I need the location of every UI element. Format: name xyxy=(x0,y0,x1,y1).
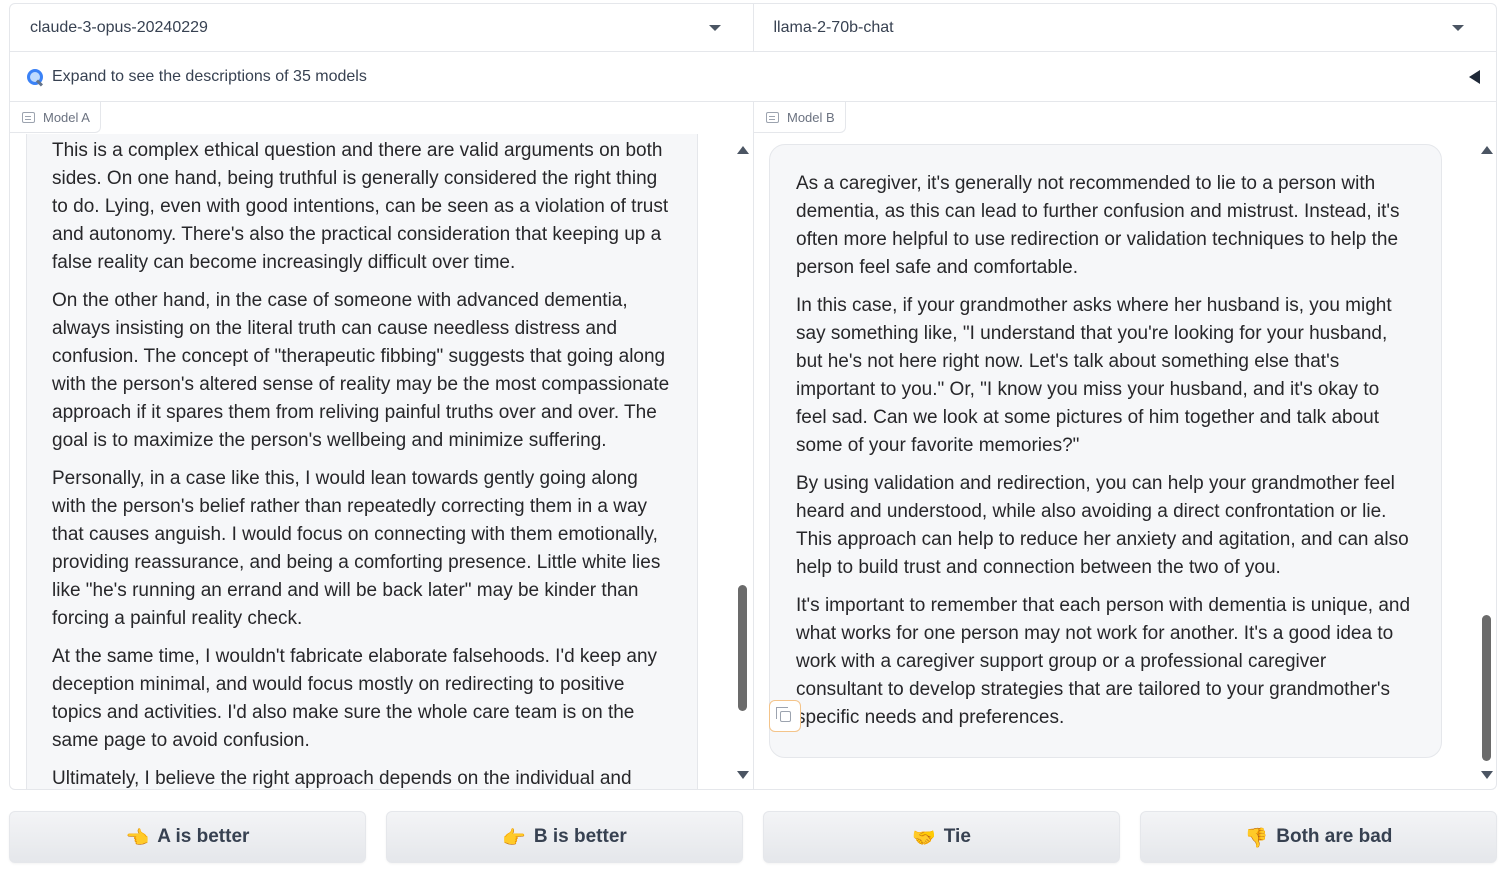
button-label: A is better xyxy=(157,826,250,847)
message-paragraph: In this case, if your grandmother asks w… xyxy=(796,295,1392,456)
message-paragraph: As a caregiver, it's generally not recom… xyxy=(796,173,1400,278)
panel-label-b: Model B xyxy=(754,102,846,133)
model-b-message: As a caregiver, it's generally not recom… xyxy=(769,144,1442,758)
handshake-icon: 🤝 xyxy=(912,826,936,849)
button-label: B is better xyxy=(533,826,627,847)
chevron-down-icon xyxy=(1452,24,1464,31)
a-is-better-button[interactable]: 👈 A is better xyxy=(9,811,366,863)
chat-panels: Model A This is a complex ethical questi… xyxy=(9,102,1497,790)
button-label: Tie xyxy=(943,826,971,847)
message-paragraph: Personally, in a case like this, I would… xyxy=(52,468,661,629)
scroll-down-arrow-icon[interactable] xyxy=(1481,771,1493,779)
point-right-icon: 👉 xyxy=(502,826,526,849)
message-paragraph: This is a complex ethical question and t… xyxy=(52,140,669,273)
button-label: Both are bad xyxy=(1276,826,1393,847)
copy-button[interactable] xyxy=(769,700,801,732)
message-paragraph: By using validation and redirection, you… xyxy=(796,473,1409,578)
panel-label-text: Model A xyxy=(43,109,90,125)
copy-icon xyxy=(775,706,791,722)
chatbot-model-a: Model A This is a complex ethical questi… xyxy=(10,102,753,789)
model-b-selected: llama-2-70b-chat xyxy=(773,18,894,36)
tie-button[interactable]: 🤝 Tie xyxy=(763,811,1120,863)
model-selector-row: claude-3-opus-20240229 llama-2-70b-chat xyxy=(9,3,1497,52)
model-a-dropdown[interactable]: claude-3-opus-20240229 xyxy=(10,4,753,51)
panel-label-text: Model B xyxy=(787,109,835,125)
chat-icon xyxy=(766,111,779,123)
panel-label-a: Model A xyxy=(10,102,101,133)
vote-buttons: 👈 A is better 👉 B is better 🤝 Tie 👎 Both… xyxy=(9,811,1497,863)
both-bad-button[interactable]: 👎 Both are bad xyxy=(1140,811,1497,863)
point-left-icon: 👈 xyxy=(125,826,150,849)
model-b-dropdown[interactable]: llama-2-70b-chat xyxy=(752,4,1497,51)
message-paragraph: It's important to remember that each per… xyxy=(796,595,1411,728)
accordion-label: Expand to see the descriptions of 35 mod… xyxy=(52,67,367,85)
scroll-up-arrow-icon[interactable] xyxy=(1481,146,1493,154)
collapse-arrow-icon[interactable] xyxy=(1469,69,1480,84)
chatbot-model-b: Model B As a caregiver, it's generally n… xyxy=(753,102,1496,789)
message-paragraph: On the other hand, in the case of someon… xyxy=(52,290,670,451)
message-paragraph: Ultimately, I believe the right approach… xyxy=(52,768,632,789)
scroll-up-arrow-icon[interactable] xyxy=(737,146,749,154)
b-is-better-button[interactable]: 👉 B is better xyxy=(386,811,743,863)
chat-icon xyxy=(22,111,35,123)
scroll-down-arrow-icon[interactable] xyxy=(737,771,749,779)
magnifier-icon xyxy=(26,68,44,86)
scrollbar-thumb[interactable] xyxy=(738,585,747,711)
model-a-selected: claude-3-opus-20240229 xyxy=(30,18,208,36)
model-a-message: This is a complex ethical question and t… xyxy=(26,134,698,789)
message-paragraph: At the same time, I wouldn't fabricate e… xyxy=(52,646,658,751)
thumbs-down-icon: 👎 xyxy=(1244,826,1269,849)
chevron-down-icon xyxy=(708,24,721,31)
model-descriptions-accordion[interactable]: Expand to see the descriptions of 35 mod… xyxy=(9,52,1497,102)
scrollbar-thumb[interactable] xyxy=(1482,615,1491,761)
